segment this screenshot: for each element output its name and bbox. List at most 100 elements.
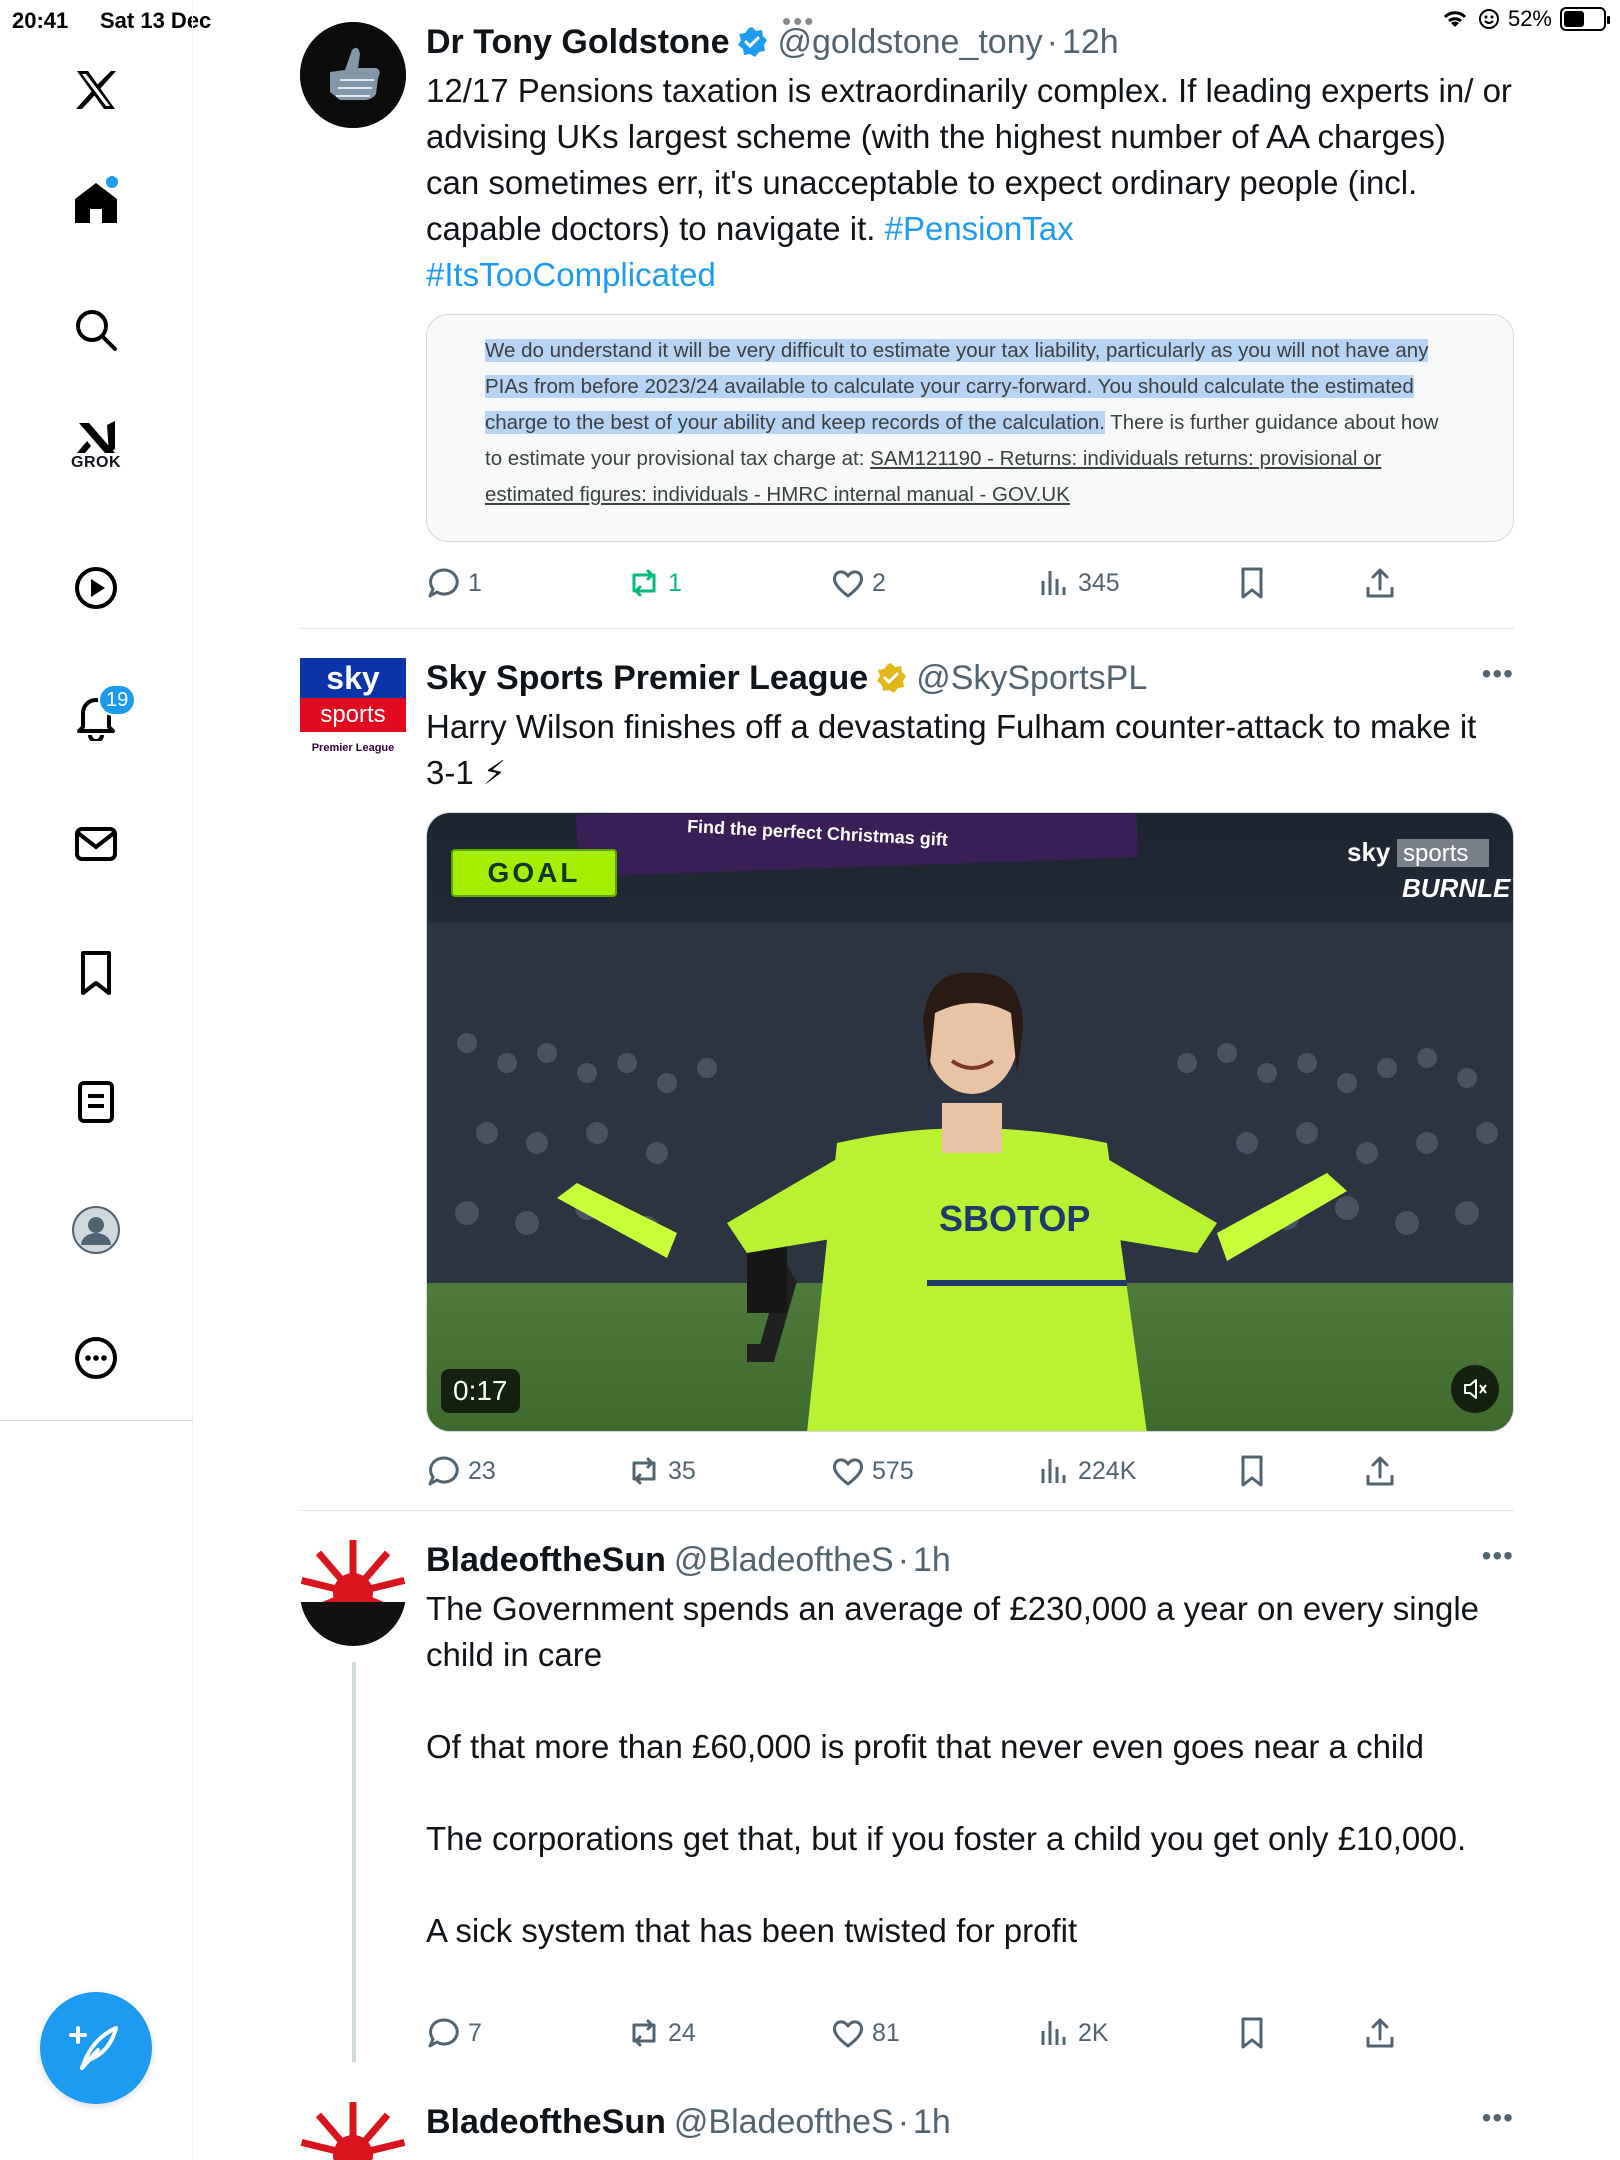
tweet-time[interactable]: 12h	[1062, 23, 1119, 62]
bookmark-icon	[1241, 1455, 1263, 1487]
sidebar-item-bookmarks[interactable]	[56, 932, 136, 1012]
sidebar-item-messages[interactable]	[56, 804, 136, 884]
profile-avatar-icon	[72, 1206, 120, 1254]
sidebar-item-grok[interactable]: GROK	[56, 408, 136, 488]
more-options-icon[interactable]: •••	[1482, 2102, 1514, 2134]
bookmark-button[interactable]	[1234, 558, 1270, 608]
like-count: 81	[872, 2018, 900, 2047]
video-player[interactable]: Find the perfect Christmas gift sky spor…	[426, 812, 1514, 1432]
tweet-time[interactable]: 1h	[913, 2103, 951, 2142]
bookmark-icon	[1241, 2017, 1263, 2049]
attached-document-text: We do understand it will be very difficu…	[485, 339, 1439, 506]
shirt-sponsor-text: SBOTOP	[939, 1198, 1090, 1239]
reply-icon	[428, 2018, 459, 2048]
more-options-icon[interactable]: •••	[1482, 1540, 1514, 1572]
sidebar-item-lists[interactable]	[56, 1062, 136, 1142]
repost-icon	[632, 2019, 656, 2047]
mute-button[interactable]	[1451, 1365, 1499, 1413]
sidebar-item-home[interactable]	[56, 162, 136, 242]
like-count: 575	[872, 1456, 914, 1485]
author-name[interactable]: Dr Tony Goldstone	[426, 23, 729, 62]
sidebar-item-video[interactable]	[56, 548, 136, 628]
like-button[interactable]: 81	[830, 2008, 900, 2058]
like-button[interactable]: 575	[830, 1446, 914, 1496]
goal-overlay: GOAL	[451, 849, 617, 897]
author-handle[interactable]: @BladeoftheS	[674, 1541, 894, 1580]
sidebar-item-more[interactable]	[56, 1318, 136, 1398]
share-button[interactable]	[1362, 2008, 1398, 2058]
reply-count: 1	[468, 568, 482, 597]
hashtag-link[interactable]: #ItsTooComplicated	[426, 256, 716, 293]
author-name[interactable]: Sky Sports Premier League	[426, 659, 868, 698]
sidebar-nav: GROK 19	[0, 0, 193, 2160]
search-icon	[76, 310, 117, 351]
repost-button[interactable]: 24	[626, 2008, 696, 2058]
views-button[interactable]: 224K	[1036, 1446, 1136, 1496]
repost-icon	[632, 1457, 656, 1485]
bookmark-button[interactable]	[1234, 2008, 1270, 2058]
rising-sun-logo-icon	[300, 2102, 406, 2160]
verified-gold-badge-icon	[877, 663, 907, 693]
speaker-muted-icon	[1464, 1379, 1487, 1399]
author-handle[interactable]: @goldstone_tony	[777, 23, 1042, 62]
play-icon	[75, 567, 117, 609]
share-icon	[1366, 568, 1394, 598]
repost-button[interactable]: 35	[626, 1446, 696, 1496]
reply-button[interactable]: 7	[426, 2008, 482, 2058]
bookmark-icon	[81, 951, 111, 995]
author-handle[interactable]: @BladeoftheS	[674, 2103, 894, 2142]
tweet-time[interactable]: 1h	[913, 1541, 951, 1580]
author-name[interactable]: BladeoftheSun	[426, 2103, 666, 2142]
tweet-bladeofthesun-2[interactable]: BladeoftheSun @BladeoftheS · 1h •••	[300, 2100, 1514, 2160]
tweet-header: BladeoftheSun @BladeoftheS · 1h	[426, 1540, 951, 1580]
home-unread-dot	[106, 176, 118, 188]
reply-button[interactable]: 1	[426, 558, 482, 608]
repost-icon	[632, 569, 656, 597]
video-duration: 0:17	[441, 1369, 520, 1413]
views-count: 2K	[1078, 2018, 1109, 2047]
reply-icon	[428, 568, 459, 598]
tweet-divider	[300, 1510, 1514, 1511]
avatar[interactable]	[300, 1540, 406, 1646]
avatar[interactable]	[300, 2102, 406, 2160]
avatar[interactable]: sky sports Premier League	[300, 658, 406, 764]
list-icon	[78, 1081, 114, 1123]
sidebar-item-explore[interactable]	[56, 290, 136, 370]
attached-image-card[interactable]: We do understand it will be very difficu…	[426, 314, 1514, 542]
tweet-header: Dr Tony Goldstone @goldstone_tony · 12h	[426, 22, 1119, 62]
share-button[interactable]	[1362, 1446, 1398, 1496]
views-count: 224K	[1078, 1456, 1137, 1485]
heart-icon	[832, 1458, 864, 1486]
tweet-actions: 23 35 575 224K	[426, 1446, 1514, 1496]
svg-text:sports: sports	[1403, 840, 1468, 867]
notifications-badge: 19	[98, 684, 137, 716]
bookmark-button[interactable]	[1234, 1446, 1270, 1496]
sidebar-item-profile[interactable]	[56, 1190, 136, 1270]
tweet-header: Sky Sports Premier League @SkySportsPL	[426, 656, 1514, 700]
like-button[interactable]: 2	[830, 558, 886, 608]
mail-icon	[75, 827, 117, 861]
reply-count: 23	[468, 1456, 496, 1485]
svg-text:sky: sky	[1347, 837, 1391, 867]
repost-button[interactable]: 1	[626, 558, 682, 608]
compose-post-button[interactable]	[40, 1992, 152, 2104]
tweet-bladeofthesun[interactable]: BladeoftheSun @BladeoftheS · 1h ••• The …	[300, 1538, 1514, 2058]
views-bar-icon	[1041, 571, 1066, 595]
views-button[interactable]: 345	[1036, 558, 1120, 608]
x-logo-icon[interactable]	[56, 50, 136, 130]
author-name[interactable]: BladeoftheSun	[426, 1541, 666, 1580]
views-bar-icon	[1041, 1459, 1066, 1483]
more-options-icon[interactable]: •••	[1482, 658, 1514, 690]
hashtag-link[interactable]: #PensionTax	[885, 210, 1074, 247]
avatar[interactable]	[300, 22, 406, 128]
views-button[interactable]: 2K	[1036, 2008, 1109, 2058]
share-button[interactable]	[1362, 558, 1398, 608]
reply-button[interactable]: 23	[426, 1446, 496, 1496]
author-handle[interactable]: @SkySportsPL	[916, 659, 1147, 698]
tweet-text: Harry Wilson finishes off a devastating …	[426, 708, 1486, 791]
sidebar-item-notifications[interactable]: 19	[56, 676, 137, 756]
compose-feather-icon	[69, 2026, 118, 2070]
reply-count: 7	[468, 2018, 482, 2047]
repost-count: 35	[668, 1456, 696, 1485]
heart-icon	[832, 2020, 864, 2048]
